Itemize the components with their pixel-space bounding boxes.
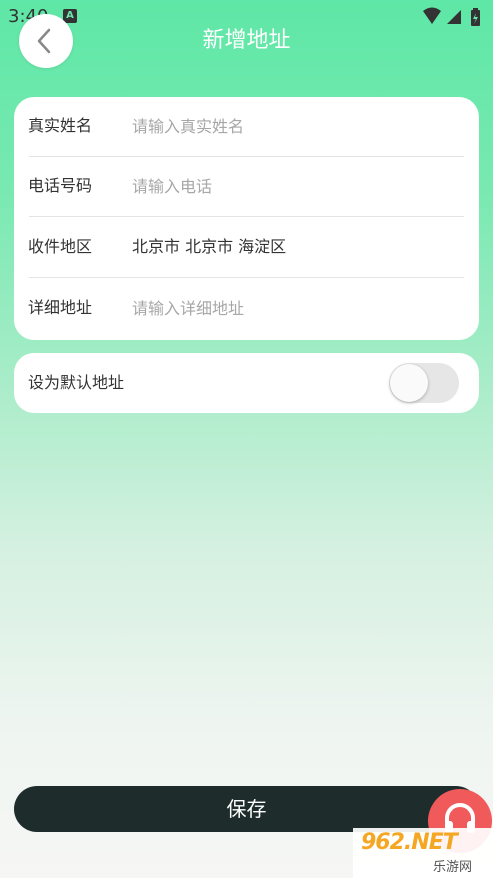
detail-address-input[interactable] (132, 293, 452, 323)
address-form-card: 真实姓名 电话号码 收件地区 北京市 北京市 海淀区 详细地址 (14, 97, 479, 340)
app-notification-letter: A (66, 10, 74, 21)
battery-icon (471, 8, 480, 26)
status-icons (421, 6, 485, 28)
toggle-knob (390, 364, 428, 402)
row-divider (29, 277, 464, 278)
name-row: 真实姓名 (14, 97, 479, 157)
phone-label: 电话号码 (28, 176, 93, 195)
region-label: 收件地区 (28, 237, 93, 256)
default-address-toggle[interactable] (389, 363, 459, 403)
name-label: 真实姓名 (28, 116, 93, 135)
default-address-card: 设为默认地址 (14, 353, 479, 413)
phone-row: 电话号码 (14, 157, 479, 217)
row-divider (29, 216, 464, 217)
site-watermark: 962.NET 乐游网 (353, 828, 493, 878)
app-notification-icon: A (63, 9, 77, 23)
default-address-label: 设为默认地址 (28, 373, 125, 392)
save-button[interactable]: 保存 (14, 786, 479, 832)
region-row[interactable]: 收件地区 北京市 北京市 海淀区 (14, 218, 479, 278)
watermark-subtitle: 乐游网 (433, 860, 473, 875)
detail-address-label: 详细地址 (28, 298, 93, 317)
signal-icon (447, 10, 461, 24)
name-input[interactable] (132, 111, 452, 141)
wifi-icon (423, 7, 441, 24)
page-title: 新增地址 (202, 28, 291, 53)
detail-address-row: 详细地址 (14, 279, 479, 339)
region-value[interactable]: 北京市 北京市 海淀区 (132, 235, 286, 259)
watermark-logo: 962.NET (361, 830, 458, 855)
phone-input[interactable] (132, 171, 452, 201)
